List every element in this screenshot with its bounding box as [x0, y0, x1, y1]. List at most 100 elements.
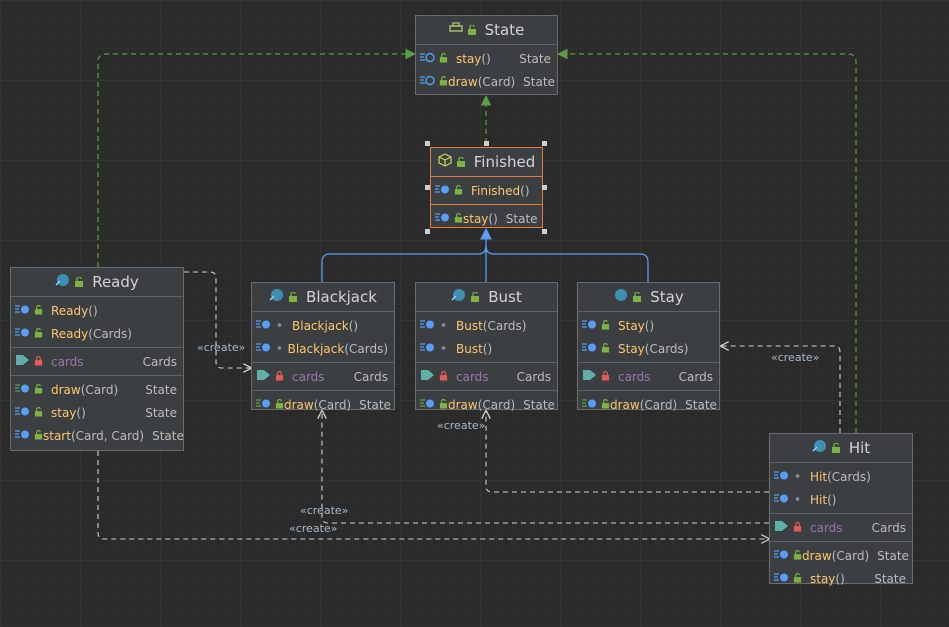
field-icon [582, 369, 598, 384]
constructor-icon [774, 493, 790, 507]
method-row[interactable]: draw (Card) State [770, 544, 912, 567]
constructor-params: (Cards) [482, 318, 527, 333]
constructor-row[interactable]: Bust (Cards) [416, 314, 557, 337]
class-node-bust[interactable]: Bust Bust (Cards) Bust() cards Cards draw… [415, 282, 558, 412]
field-row[interactable]: cards Cards [11, 350, 183, 373]
method-row[interactable]: start (Card, Card) State [11, 424, 184, 447]
return-type: State [359, 397, 391, 412]
method-row[interactable]: stay() State [770, 567, 912, 590]
class-node-hit[interactable]: Hit Hit (Cards) Hit() cards Cards draw (Ca… [769, 433, 913, 586]
selection-handle[interactable] [542, 229, 547, 234]
class-node-state[interactable]: State stay() State draw (Card) State [415, 15, 558, 95]
fields-section: cards Cards [11, 348, 183, 376]
class-header: Bust [416, 283, 557, 312]
public-lock-icon [632, 288, 642, 306]
package-private-dot-icon [439, 319, 448, 333]
constructor-row[interactable]: Hit (Cards) [770, 465, 912, 488]
method-params: (Card) [477, 74, 516, 89]
constructor-row[interactable]: Stay() [578, 314, 719, 337]
constructor-row[interactable]: Stay (Cards) [578, 337, 719, 360]
field-icon [774, 520, 790, 535]
public-lock-icon [793, 572, 802, 586]
selection-handle[interactable] [542, 185, 547, 190]
constructor-name: Hit [810, 469, 828, 484]
method-row[interactable]: stay() State [431, 207, 542, 230]
method-row[interactable]: stay() State [11, 401, 183, 424]
selection-handle[interactable] [542, 141, 547, 146]
field-row[interactable]: cards Cards [578, 365, 719, 388]
public-lock-icon [34, 429, 43, 443]
constructors-section: Blackjack() Blackjack (Cards) [252, 312, 394, 363]
method-row[interactable]: stay() State [416, 47, 557, 70]
field-icon [420, 369, 436, 384]
class-node-finished[interactable]: Finished Finished() stay() State [430, 147, 543, 228]
field-type: Cards [678, 369, 713, 384]
class-node-blackjack[interactable]: Blackjack Blackjack() Blackjack (Cards) c… [251, 282, 395, 412]
constructor-params: (Cards) [644, 341, 689, 356]
public-lock-icon [34, 383, 43, 397]
field-icon [15, 354, 31, 369]
fields-section: cards Cards [416, 363, 557, 391]
method-row[interactable]: draw (Card) State [11, 378, 183, 401]
constructor-name: Stay [618, 341, 645, 356]
edge-ready-creates-hit [97, 451, 769, 539]
public-lock-icon [439, 398, 448, 412]
class-header: Blackjack [252, 283, 394, 312]
selection-handle[interactable] [425, 229, 430, 234]
constructors-section: Hit (Cards) Hit() [770, 463, 912, 514]
constructor-params: () [482, 341, 493, 356]
selection-handle[interactable] [425, 141, 430, 146]
constructor-icon [582, 319, 598, 333]
implementing-method-icon [582, 398, 598, 412]
constructor-row[interactable]: Ready() [11, 299, 183, 322]
constructor-row[interactable]: Bust() [416, 337, 557, 360]
field-row[interactable]: cards Cards [770, 516, 912, 539]
constructor-params: () [520, 183, 530, 198]
constructor-row[interactable]: Hit() [770, 488, 912, 511]
method-row[interactable]: draw (Card) State [416, 393, 557, 416]
return-type: State [523, 74, 555, 89]
constructor-name: Blackjack [287, 341, 345, 356]
method-icon [774, 572, 790, 586]
return-type: State [523, 397, 555, 412]
return-type: State [519, 51, 551, 66]
public-lock-icon [793, 549, 802, 563]
constructor-row[interactable]: Blackjack (Cards) [252, 337, 394, 360]
constructor-icon [774, 470, 790, 484]
method-row[interactable]: draw (Card) State [416, 70, 557, 93]
return-type: State [145, 382, 177, 397]
selection-handle[interactable] [425, 185, 430, 190]
method-params: (Card) [639, 397, 678, 412]
methods-section: draw (Card) State [578, 391, 719, 418]
method-row[interactable]: draw (Card) State [252, 393, 394, 416]
class-icon [55, 273, 70, 291]
class-node-stay[interactable]: Stay Stay() Stay (Cards) cards Cards draw… [577, 282, 720, 412]
public-lock-icon [34, 304, 43, 318]
methods-section: stay() State [431, 205, 542, 232]
method-row[interactable]: draw (Card) State [578, 393, 719, 416]
override-method-icon [435, 212, 451, 226]
method-icon [435, 184, 451, 198]
field-row[interactable]: cards Cards [416, 365, 557, 388]
methods-section: draw (Card) State stay() State start (Card… [11, 376, 184, 449]
public-lock-icon [470, 288, 480, 306]
constructor-row[interactable]: Blackjack() [252, 314, 394, 337]
class-node-ready[interactable]: Ready Ready() Ready (Cards) cards Cards d… [10, 267, 184, 451]
edge-hit-creates-bust [486, 411, 769, 493]
constructor-icon [15, 327, 31, 341]
constructor-row[interactable]: Ready (Cards) [11, 322, 183, 345]
abstract-class-icon [438, 153, 452, 171]
method-name: stay [456, 51, 482, 66]
field-row[interactable]: cards Cards [252, 365, 394, 388]
public-lock-icon [601, 398, 610, 412]
method-icon [15, 406, 31, 420]
method-name: stay [463, 211, 489, 226]
public-lock-icon [456, 153, 466, 171]
private-lock-icon [793, 521, 802, 535]
constructor-row[interactable]: Finished() [431, 179, 542, 202]
selection-handle[interactable] [484, 141, 489, 146]
public-lock-icon [454, 212, 463, 226]
constructors-section: Ready() Ready (Cards) [11, 297, 183, 348]
field-type: Cards [871, 520, 906, 535]
constructor-name: Stay [618, 318, 645, 333]
